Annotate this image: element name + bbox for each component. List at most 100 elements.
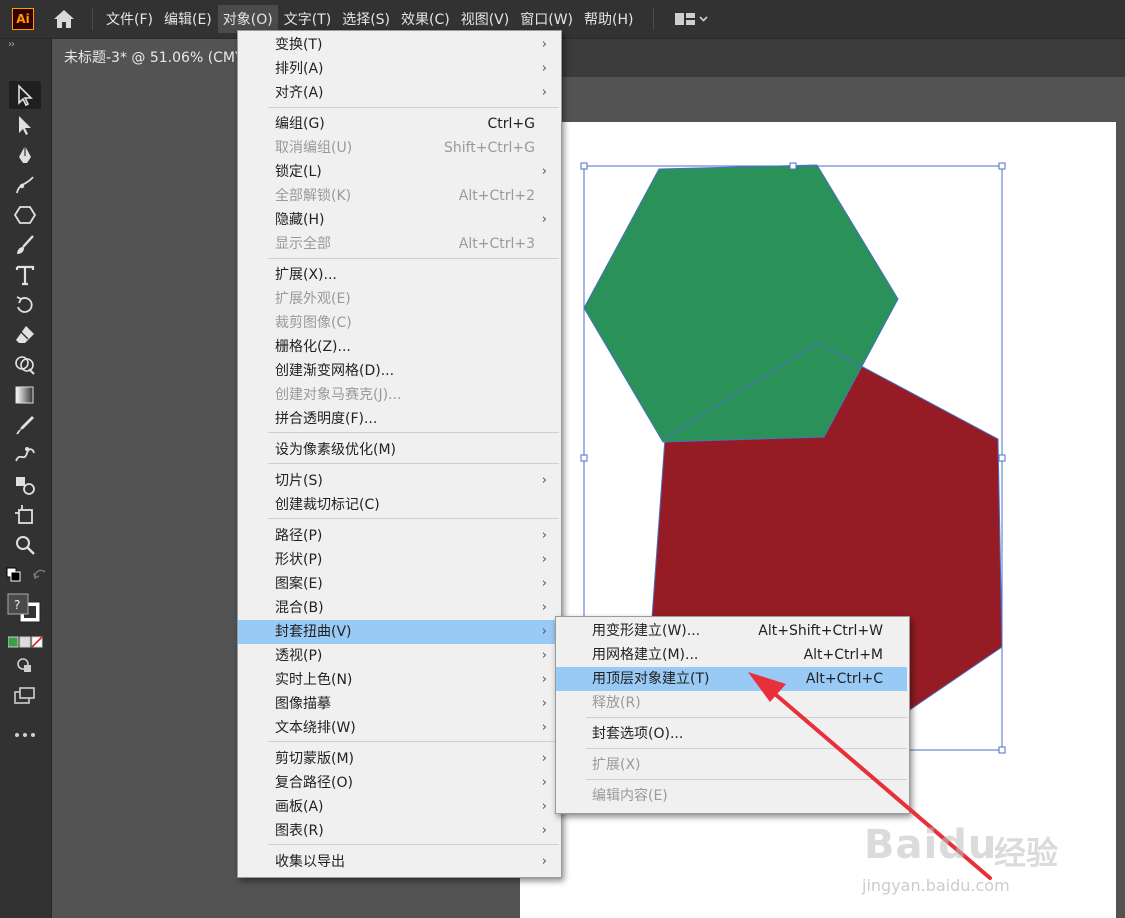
envelope-menu-item[interactable]: 编辑内容(E) bbox=[556, 784, 907, 808]
blend-tool-icon[interactable] bbox=[9, 471, 41, 499]
object-menu-item[interactable]: 混合(B) › bbox=[238, 596, 559, 620]
home-icon[interactable] bbox=[50, 5, 78, 33]
object-menu-item[interactable]: 裁剪图像(C) bbox=[238, 311, 559, 335]
svg-text:?: ? bbox=[14, 598, 20, 612]
menu-item-label: 封套扭曲(V) bbox=[275, 624, 352, 640]
menu-1[interactable]: 编辑(E) bbox=[159, 5, 217, 33]
envelope-menu-item[interactable]: 扩展(X) bbox=[556, 753, 907, 777]
object-menu-item[interactable]: 图案(E) › bbox=[238, 572, 559, 596]
object-menu-item[interactable]: 栅格化(Z)... bbox=[238, 335, 559, 359]
envelope-menu-item[interactable]: 封套选项(O)... bbox=[556, 722, 907, 746]
color-mode-buttons[interactable] bbox=[7, 633, 44, 648]
gradient-tool-icon[interactable] bbox=[9, 381, 41, 409]
object-menu-item[interactable]: 切片(S) › bbox=[238, 469, 559, 493]
menu-0[interactable]: 文件(F) bbox=[101, 5, 158, 33]
curvature-tool-icon[interactable] bbox=[9, 171, 41, 199]
swap-colors-icon[interactable] bbox=[6, 567, 22, 583]
menu-3[interactable]: 文字(T) bbox=[279, 5, 336, 33]
object-menu-item[interactable]: 复合路径(O) › bbox=[238, 771, 559, 795]
object-menu-item[interactable]: 创建对象马赛克(J)... bbox=[238, 383, 559, 407]
fill-stroke-widget[interactable]: ? bbox=[6, 592, 44, 626]
menu-2[interactable]: 对象(O) bbox=[217, 5, 278, 33]
zoom-tool-icon[interactable] bbox=[9, 531, 41, 559]
menu-item-label: 透视(P) bbox=[275, 648, 323, 664]
pen-tool-icon[interactable] bbox=[9, 141, 41, 169]
paintbrush-tool-icon[interactable] bbox=[9, 231, 41, 259]
menu-item-label: 收集以导出 bbox=[275, 854, 345, 870]
submenu-arrow-icon: › bbox=[541, 576, 547, 591]
artboard-tool-icon[interactable] bbox=[9, 501, 41, 529]
rotate-tool-icon[interactable] bbox=[9, 291, 41, 319]
type-tool-icon[interactable] bbox=[9, 261, 41, 289]
object-menu-item[interactable]: 透视(P) › bbox=[238, 644, 559, 668]
menu-item-shortcut: Alt+Ctrl+2 bbox=[458, 188, 535, 204]
object-menu-item[interactable]: 创建裁切标记(C) bbox=[238, 493, 559, 517]
menu-separator bbox=[268, 107, 559, 108]
screen-mode-icon[interactable] bbox=[9, 682, 41, 710]
object-menu-item[interactable]: 图表(R) › bbox=[238, 819, 559, 843]
object-menu-item[interactable]: 扩展外观(E) bbox=[238, 287, 559, 311]
draw-mode-icon[interactable] bbox=[9, 651, 41, 679]
menu-separator bbox=[268, 432, 559, 433]
object-menu-item[interactable]: 收集以导出 › bbox=[238, 850, 559, 874]
submenu-arrow-icon: › bbox=[541, 37, 547, 52]
object-menu-item[interactable]: 画板(A) › bbox=[238, 795, 559, 819]
object-menu-item[interactable]: 排列(A) › bbox=[238, 57, 559, 81]
submenu-arrow-icon: › bbox=[541, 212, 547, 227]
menu-4[interactable]: 选择(S) bbox=[337, 5, 395, 33]
object-menu-item[interactable]: 拼合透明度(F)... bbox=[238, 407, 559, 431]
menu-item-label: 用变形建立(W)... bbox=[592, 623, 701, 639]
shape-builder-tool-icon[interactable] bbox=[9, 351, 41, 379]
menu-item-label: 释放(R) bbox=[592, 695, 641, 711]
object-menu-item[interactable]: 形状(P) › bbox=[238, 548, 559, 572]
object-menu-item[interactable]: 显示全部 Alt+Ctrl+3 bbox=[238, 232, 559, 256]
object-menu-item[interactable]: 锁定(L) › bbox=[238, 160, 559, 184]
puppet-warp-tool-icon[interactable] bbox=[9, 441, 41, 469]
object-menu-item[interactable]: 全部解锁(K) Alt+Ctrl+2 bbox=[238, 184, 559, 208]
menu-item-shortcut: Alt+Ctrl+C bbox=[805, 671, 883, 687]
envelope-menu-item[interactable]: 用网格建立(M)... Alt+Ctrl+M bbox=[556, 643, 907, 667]
envelope-distort-submenu: 用变形建立(W)... Alt+Shift+Ctrl+W 用网格建立(M)... Al… bbox=[555, 616, 910, 814]
submenu-arrow-icon: › bbox=[541, 61, 547, 76]
polygon-tool-icon[interactable] bbox=[9, 201, 41, 229]
object-menu-item[interactable]: 剪切蒙版(M) › bbox=[238, 747, 559, 771]
object-menu-item[interactable]: 创建渐变网格(D)... bbox=[238, 359, 559, 383]
menu-item-shortcut: Alt+Ctrl+M bbox=[803, 647, 883, 663]
menu-item-label: 用网格建立(M)... bbox=[592, 647, 699, 663]
submenu-arrow-icon: › bbox=[541, 775, 547, 790]
object-menu-item[interactable]: 隐藏(H) › bbox=[238, 208, 559, 232]
more-tools-icon[interactable] bbox=[9, 721, 41, 749]
submenu-arrow-icon: › bbox=[541, 823, 547, 838]
menu-7[interactable]: 窗口(W) bbox=[515, 5, 578, 33]
undo-swap-icon[interactable] bbox=[32, 567, 48, 583]
envelope-menu-item[interactable]: 用变形建立(W)... Alt+Shift+Ctrl+W bbox=[556, 619, 907, 643]
object-menu-item[interactable]: 实时上色(N) › bbox=[238, 668, 559, 692]
object-menu-item[interactable]: 封套扭曲(V) › bbox=[238, 620, 559, 644]
envelope-menu-item[interactable]: 释放(R) bbox=[556, 691, 907, 715]
workspace-layout-icon[interactable] bbox=[674, 11, 709, 27]
submenu-arrow-icon: › bbox=[541, 648, 547, 663]
selection-tool-icon[interactable] bbox=[9, 81, 41, 109]
direct-selection-tool-icon[interactable] bbox=[9, 111, 41, 139]
menu-item-shortcut: Alt+Shift+Ctrl+W bbox=[758, 623, 883, 639]
object-menu-item[interactable]: 对齐(A) › bbox=[238, 81, 559, 105]
menu-separator bbox=[586, 717, 907, 718]
menu-8[interactable]: 帮助(H) bbox=[579, 5, 638, 33]
menu-6[interactable]: 视图(V) bbox=[456, 5, 515, 33]
object-menu-item[interactable]: 取消编组(U) Shift+Ctrl+G bbox=[238, 136, 559, 160]
object-menu-item[interactable]: 路径(P) › bbox=[238, 524, 559, 548]
eyedropper-tool-icon[interactable] bbox=[9, 411, 41, 439]
menu-item-label: 裁剪图像(C) bbox=[275, 315, 352, 331]
tools-panel: ›› ? bbox=[0, 39, 52, 918]
object-menu-item[interactable]: 扩展(X)... bbox=[238, 263, 559, 287]
object-menu-item[interactable]: 编组(G) Ctrl+G bbox=[238, 112, 559, 136]
eraser-tool-icon[interactable] bbox=[9, 321, 41, 349]
object-menu-item[interactable]: 变换(T) › bbox=[238, 33, 559, 57]
menu-5[interactable]: 效果(C) bbox=[396, 5, 455, 33]
object-menu-item[interactable]: 设为像素级优化(M) bbox=[238, 438, 559, 462]
object-menu-item[interactable]: 文本绕排(W) › bbox=[238, 716, 559, 740]
envelope-menu-item[interactable]: 用顶层对象建立(T) Alt+Ctrl+C bbox=[556, 667, 907, 691]
document-tab[interactable]: 未标题-3* @ 51.06% (CMYK/ bbox=[52, 39, 264, 77]
object-menu-item[interactable]: 图像描摹 › bbox=[238, 692, 559, 716]
panel-grip-icon[interactable]: ›› bbox=[8, 39, 15, 50]
